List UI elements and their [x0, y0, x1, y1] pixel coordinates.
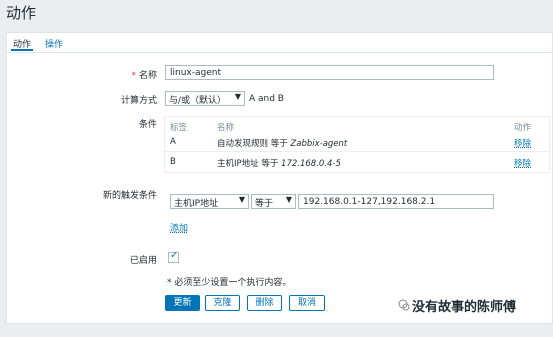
remove-link[interactable]: 移除: [514, 157, 531, 169]
enabled-checkbox[interactable]: [168, 250, 179, 263]
row-label: B: [170, 157, 176, 167]
clone-button[interactable]: 克隆: [205, 295, 240, 311]
calc-expression: A and B: [249, 94, 284, 104]
row-condition: 主机IP地址 等于 172.168.0.4-5: [217, 159, 341, 169]
wechat-icon: [398, 299, 410, 311]
remove-link[interactable]: 移除: [514, 137, 531, 149]
required-note: * 必须至少设置一个执行内容。: [167, 278, 292, 288]
add-condition-link[interactable]: 添加: [170, 221, 188, 234]
calc-select-value: 与/或（默认）: [169, 96, 227, 106]
calc-select[interactable]: 与/或（默认） ▼: [165, 91, 245, 106]
name-label: * 名称: [131, 71, 157, 81]
row-condition: 自动发现规则 等于 Zabbix-agent: [217, 139, 348, 149]
chevron-down-icon: ▼: [285, 195, 292, 204]
calc-label: 计算方式: [120, 96, 157, 106]
cancel-button[interactable]: 取消: [289, 295, 325, 311]
page-title: 动作: [6, 4, 37, 22]
condition-type-value: 主机IP地址: [174, 199, 219, 209]
enabled-label: 已启用: [129, 256, 157, 266]
row-divider: [165, 151, 549, 152]
conditions-table: 标签 名称 动作 A 自动发现规则 等于 Zabbix-agent 移除 B 主…: [164, 116, 550, 173]
chevron-down-icon: ▼: [238, 195, 245, 204]
col-name-header: 名称: [217, 123, 235, 133]
watermark: 没有故事的陈师傅: [412, 300, 517, 315]
row-label: A: [170, 137, 176, 147]
tab-action[interactable]: 动作: [10, 37, 34, 51]
condition-type-select[interactable]: 主机IP地址 ▼: [170, 194, 249, 209]
col-action-header: 动作: [514, 123, 532, 133]
delete-button[interactable]: 删除: [247, 295, 282, 311]
action-form-panel: 动作 操作 *名称 计算方式 与/或（默认） ▼ A and B 条件 标签 名…: [6, 32, 553, 324]
update-button[interactable]: 更新: [165, 295, 200, 311]
new-condition-label: 新的触发条件: [102, 191, 157, 201]
tab-bar: 动作 操作: [7, 33, 552, 53]
chevron-down-icon: ▼: [234, 92, 241, 101]
col-label-header: 标签: [170, 123, 188, 133]
tab-operations[interactable]: 操作: [45, 37, 63, 50]
condition-value-input[interactable]: [298, 194, 494, 209]
condition-operator-select[interactable]: 等于 ▼: [251, 194, 296, 209]
condition-operator-value: 等于: [255, 199, 274, 209]
name-input[interactable]: [165, 65, 494, 80]
conditions-label: 条件: [138, 120, 157, 130]
